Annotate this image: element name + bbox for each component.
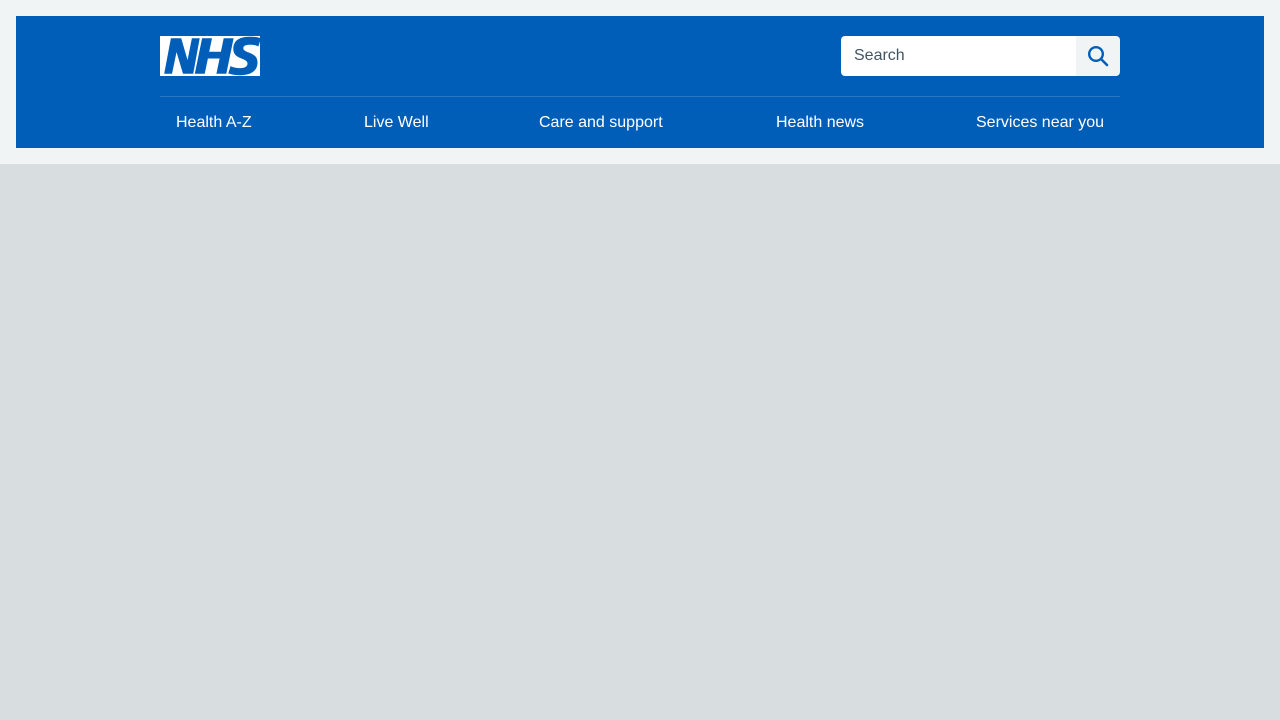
nav-item-live-well: Live Well — [364, 97, 429, 148]
site-header: Health A-Z Live Well Care and support He… — [16, 16, 1264, 148]
nav-item-care-and-support: Care and support — [539, 97, 663, 148]
main-content-area — [0, 164, 1280, 720]
nav-link-services-near-you[interactable]: Services near you — [976, 114, 1104, 132]
search-button[interactable] — [1076, 36, 1120, 76]
nav-link-health-news[interactable]: Health news — [776, 114, 864, 132]
header-container: Health A-Z Live Well Care and support He… — [160, 16, 1120, 148]
primary-navigation: Health A-Z Live Well Care and support He… — [160, 97, 1120, 148]
search-input[interactable] — [841, 36, 1076, 76]
nav-link-live-well[interactable]: Live Well — [364, 114, 429, 132]
nhs-logo-link[interactable] — [160, 36, 260, 76]
nav-item-health-a-z: Health A-Z — [176, 97, 252, 148]
nav-link-health-a-z[interactable]: Health A-Z — [176, 114, 252, 132]
search-icon — [1087, 45, 1109, 67]
nhs-logo — [160, 36, 260, 76]
search-form — [841, 36, 1120, 76]
nav-item-health-news: Health news — [776, 97, 864, 148]
nav-item-services-near-you: Services near you — [976, 97, 1104, 148]
nav-link-care-and-support[interactable]: Care and support — [539, 114, 663, 132]
